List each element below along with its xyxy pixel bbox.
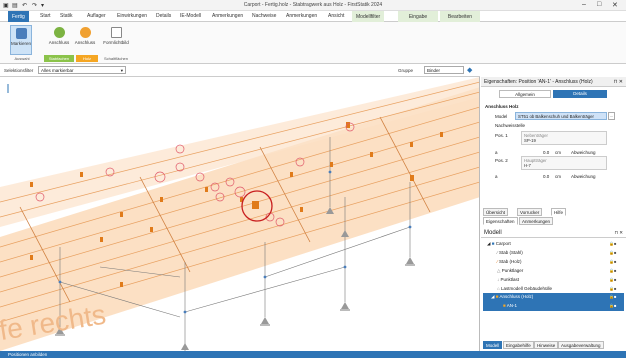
- pos1-field[interactable]: Nebenträger SP-19: [521, 131, 607, 145]
- tab-ie-modell[interactable]: IE-Modell: [180, 13, 201, 19]
- cursor-icon: [15, 28, 27, 39]
- tree-item-punktlast[interactable]: ↓ Punktlast: [497, 276, 519, 284]
- tree-item-punktlager[interactable]: △ Punktlager: [497, 267, 523, 275]
- visibility-toggle[interactable]: 🔒■: [609, 294, 623, 300]
- visibility-toggle[interactable]: 🔒■: [609, 303, 623, 309]
- pin-icon[interactable]: ⊓ ✕: [614, 79, 623, 85]
- form-button[interactable]: Formlichtbild: [102, 25, 130, 55]
- a2-label: a: [495, 174, 498, 179]
- filter-icon[interactable]: ◆: [467, 66, 472, 74]
- a2-value[interactable]: 0.0: [543, 174, 549, 179]
- connection-wood-icon: [79, 27, 91, 38]
- minimize-icon[interactable]: –: [582, 1, 586, 8]
- title-bar: ▣ ▤ ↶ ↷ ▾ Carport - Fertig.holz - Stabtr…: [0, 0, 626, 11]
- a1-label: a: [495, 150, 498, 155]
- pos2-label: Pos. 2: [495, 158, 508, 163]
- model-viewport[interactable]: fe rechts: [0, 77, 480, 351]
- tab-eigenschaften[interactable]: Eigenschaften: [483, 217, 518, 225]
- tab-hilfe[interactable]: Hilfe: [551, 208, 567, 216]
- tab-hinweise[interactable]: Hinweise: [534, 341, 559, 349]
- tree-item-anschluss[interactable]: ◢ ■ Anschluss (Holz): [491, 293, 533, 301]
- panel-close-icon[interactable]: ⊓ ✕: [614, 230, 623, 236]
- group-label: Gruppe: [398, 68, 414, 73]
- tab-bearbeiten[interactable]: Bearbeiten: [440, 11, 480, 22]
- group-holz: Holz: [76, 55, 98, 62]
- status-bar: Positionen anbilden: [0, 351, 626, 358]
- pos1-label: Pos. 1: [495, 133, 508, 138]
- tab-anmerkungen-2[interactable]: Anmerkungen: [286, 13, 317, 19]
- filter-bar: Selektionsfilter Alles markierbar ▾ Grup…: [0, 64, 480, 77]
- right-panel: Eigenschaften: Position 'AN-1' - Anschlu…: [481, 64, 626, 351]
- tree-item-carport[interactable]: ◢ ■ Carport: [487, 240, 511, 248]
- nachweis-label: Nachweisstelle: [495, 123, 526, 128]
- selection-filter-select[interactable]: Alles markierbar ▾: [38, 66, 126, 74]
- tab-anmerkungen-panel[interactable]: Anmerkungen: [519, 217, 554, 225]
- group-schaltflaechen: Schaltflächen: [103, 56, 128, 61]
- tab-eingabe[interactable]: Eingabe: [398, 11, 438, 22]
- a1-value[interactable]: 0.0: [543, 150, 549, 155]
- tab-auflager[interactable]: Auflager: [87, 13, 106, 19]
- group-auswahl: Auswahl: [14, 56, 30, 61]
- group-select[interactable]: Binder: [424, 66, 464, 74]
- form-icon: [110, 27, 122, 38]
- tab-start[interactable]: Start: [40, 13, 51, 19]
- tab-details-prop[interactable]: Details: [553, 90, 607, 98]
- ribbon-tabs: Fertig Start Statik Auflager Einwirkunge…: [0, 11, 626, 22]
- tab-modellfilter[interactable]: Modellfilter: [352, 11, 385, 22]
- tree-item-an1[interactable]: ■ AN-1: [503, 302, 517, 310]
- tab-allgemein[interactable]: Allgemein: [499, 90, 551, 98]
- tab-eingabehilfe[interactable]: Eingabehilfe: [503, 341, 534, 349]
- tab-details[interactable]: Details: [156, 13, 171, 19]
- tab-modell[interactable]: Modell: [483, 341, 503, 349]
- tab-ausgabeverwaltung[interactable]: Ausgabeverwaltung: [558, 341, 604, 349]
- tab-file[interactable]: Fertig: [8, 11, 29, 22]
- tree-item-lastmodell[interactable]: ⌂ Lastmodell Gebäudehülle: [497, 285, 552, 293]
- chevron-down-icon: ▾: [120, 68, 123, 73]
- tab-nachweise[interactable]: Nachweise: [252, 13, 276, 19]
- visibility-toggle[interactable]: 🔒■: [609, 259, 623, 265]
- status-text: Positionen anbilden: [8, 352, 48, 357]
- tab-einwirkungen[interactable]: Einwirkungen: [117, 13, 147, 19]
- tab-uebersicht[interactable]: Übersicht: [483, 208, 509, 216]
- selection-filter-label: Selektionsfilter: [4, 68, 34, 73]
- visibility-toggle[interactable]: 🔒■: [609, 277, 623, 283]
- tab-ansicht[interactable]: Ansicht: [328, 13, 344, 19]
- visibility-toggle[interactable]: 🔒■: [609, 286, 623, 292]
- section-title: Anschluss Holz: [485, 104, 519, 109]
- select-button[interactable]: Markieren: [10, 25, 32, 55]
- close-icon[interactable]: ✕: [612, 1, 618, 9]
- group-stabfachen: Stabfachen: [44, 55, 74, 62]
- a1-abweichung[interactable]: Abweichung: [571, 150, 596, 155]
- a2-unit: cm: [555, 174, 561, 179]
- visibility-toggle[interactable]: 🔒■: [609, 241, 623, 247]
- visibility-toggle[interactable]: 🔒■: [609, 250, 623, 256]
- maximize-icon[interactable]: □: [597, 1, 601, 8]
- more-button[interactable]: …: [608, 112, 615, 120]
- connection-wood-button[interactable]: Anschluss: [74, 25, 96, 55]
- connection-button[interactable]: Anschluss: [48, 25, 70, 55]
- tree-item-stab-stahl[interactable]: ⁄ Stab (Stahl): [497, 249, 523, 257]
- connection-icon: [53, 27, 65, 38]
- pos2-field[interactable]: Hauptträger H-7: [521, 156, 607, 170]
- tree-item-stab-holz[interactable]: ⁄ Stab (Holz): [497, 258, 522, 266]
- selected-connection-icon[interactable]: [252, 201, 259, 209]
- model-select[interactable]: ST51 ob Balkenschuh und Balkenträger: [515, 112, 607, 120]
- tab-statik[interactable]: Statik: [60, 13, 73, 19]
- properties-header: Eigenschaften: Position 'AN-1' - Anschlu…: [481, 77, 626, 87]
- tab-anmerkungen[interactable]: Anmerkungen: [212, 13, 243, 19]
- a1-unit: cm: [555, 150, 561, 155]
- ribbon: Markieren Anschluss Anschluss Formlichtb…: [0, 22, 626, 64]
- model-label: Model: [495, 114, 508, 119]
- window-title: Carport - Fertig.holz - Stabtragwerk aus…: [243, 2, 383, 8]
- a2-abweichung[interactable]: Abweichung: [571, 174, 596, 179]
- visibility-toggle[interactable]: 🔒■: [609, 268, 623, 274]
- tab-vorrucker[interactable]: Vorrucker: [517, 208, 543, 216]
- model-header: Modell ⊓ ✕: [481, 228, 626, 238]
